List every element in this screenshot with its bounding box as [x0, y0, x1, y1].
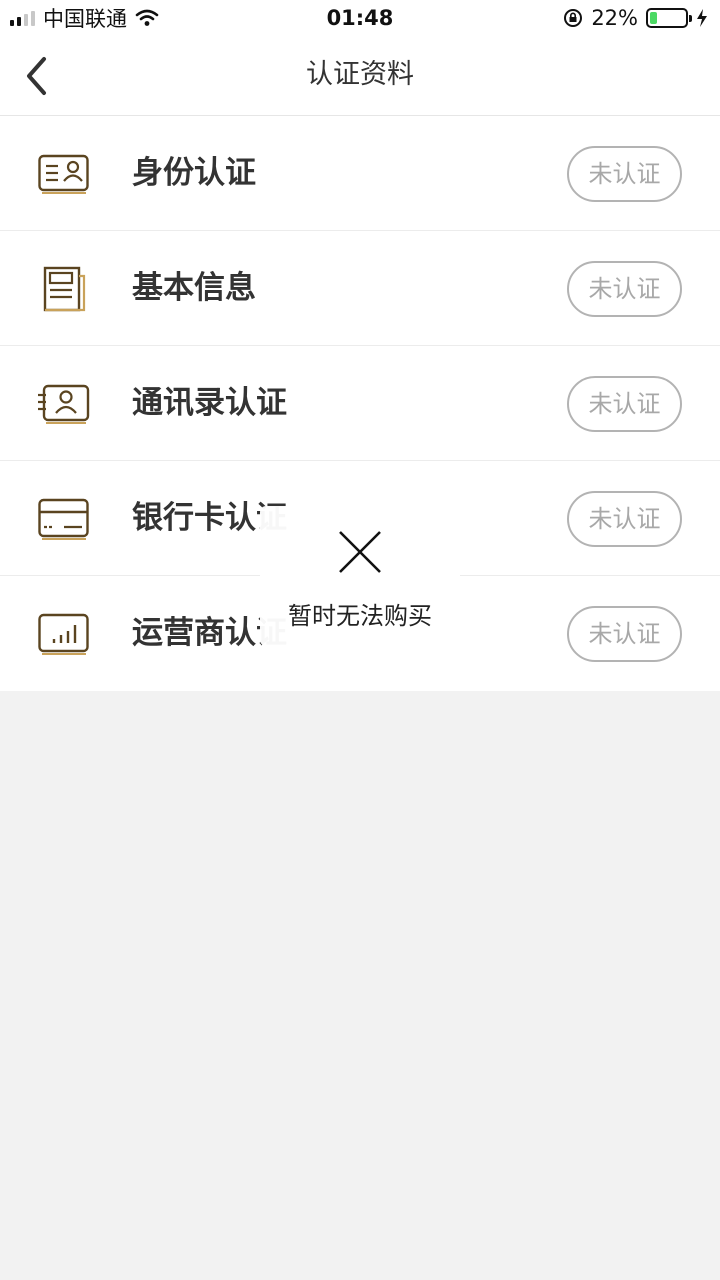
signal-icon	[10, 10, 35, 26]
carrier-name: 中国联通	[43, 7, 127, 31]
battery-fill	[650, 12, 658, 24]
list-item-label: 身份认证	[132, 155, 256, 191]
id-card-icon	[38, 154, 89, 194]
toast-message: 暂时无法购买	[260, 506, 460, 646]
status-badge[interactable]: 未认证	[567, 146, 682, 202]
status-badge[interactable]: 未认证	[567, 376, 682, 432]
orientation-lock-icon	[564, 9, 583, 27]
signal-bars-icon	[38, 613, 89, 655]
page-title: 认证资料	[306, 59, 414, 90]
wifi-icon	[135, 9, 159, 26]
nav-bar: 认证资料	[0, 36, 720, 116]
bank-card-icon	[38, 498, 89, 540]
close-icon	[339, 531, 381, 573]
toast-text: 暂时无法购买	[288, 602, 432, 630]
status-left: 中国联通	[10, 3, 159, 33]
list-item-label: 基本信息	[132, 270, 256, 306]
document-icon	[43, 266, 86, 312]
battery-percent: 22%	[591, 6, 638, 30]
chevron-left-icon	[27, 57, 46, 95]
list-item-contacts[interactable]: 通讯录认证 未认证	[0, 346, 720, 461]
list-item-label: 通讯录认证	[132, 385, 287, 421]
status-bar: 中国联通 01:48 22%	[0, 0, 720, 36]
list-item-identity[interactable]: 身份认证 未认证	[0, 116, 720, 231]
contact-card-icon	[38, 384, 90, 424]
status-badge[interactable]: 未认证	[567, 491, 682, 547]
status-badge[interactable]: 未认证	[567, 261, 682, 317]
back-button[interactable]	[14, 54, 58, 98]
status-badge[interactable]: 未认证	[567, 606, 682, 662]
list-item-basic-info[interactable]: 基本信息 未认证	[0, 231, 720, 346]
status-right: 22%	[563, 6, 708, 30]
battery-icon	[646, 8, 692, 28]
charging-icon	[697, 9, 707, 27]
